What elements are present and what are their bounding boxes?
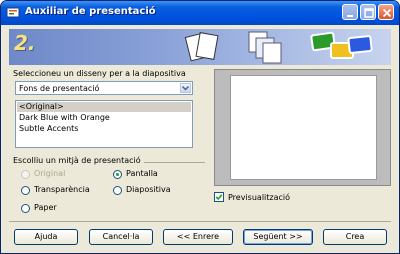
radio-transparencia[interactable] (21, 186, 30, 195)
minimize-button[interactable] (342, 4, 358, 20)
next-button[interactable]: Següent >> (243, 229, 313, 245)
create-button[interactable]: Crea (323, 229, 387, 245)
presentation-app-icon (6, 6, 20, 20)
help-button[interactable]: Ajuda (14, 229, 78, 245)
design-category-value: Fons de presentació (19, 84, 100, 93)
radio-original-label: Original (34, 169, 66, 178)
maximize-button[interactable] (360, 4, 376, 20)
design-category-select[interactable]: Fons de presentació (15, 81, 193, 95)
close-button[interactable] (378, 4, 394, 20)
design-list[interactable]: <Original> Dark Blue with Orange Subtle … (15, 100, 193, 148)
preview-checkbox-label[interactable]: Previsualització (228, 193, 290, 202)
step-number: 2. (14, 31, 36, 55)
radio-transparencia-label[interactable]: Transparència (34, 185, 90, 194)
medium-label: Escolliu un mitjà de presentació (13, 156, 141, 165)
footer-divider (9, 221, 391, 222)
design-label: Seleccioneu un disseny per a la diaposit… (13, 69, 186, 78)
window-title: Auxiliar de presentació (25, 6, 156, 17)
radio-paper-label[interactable]: Paper (34, 203, 57, 212)
wizard-banner (9, 29, 391, 65)
preview-slide (230, 75, 377, 180)
radio-selected-dot (116, 173, 119, 176)
cancel-button[interactable]: Cancel·la (89, 229, 153, 245)
color-slides-icon (309, 31, 375, 65)
medium-divider (144, 162, 205, 163)
radio-diapositiva-label[interactable]: Diapositiva (126, 185, 171, 194)
list-item-subtle-accents[interactable]: Subtle Accents (19, 124, 78, 133)
list-item-original[interactable]: <Original> (19, 102, 64, 111)
chevron-down-icon[interactable] (180, 83, 191, 93)
radio-pantalla[interactable] (113, 170, 122, 179)
wizard-window: Auxiliar de presentació 2. Seleccioneu u… (0, 0, 400, 254)
radio-paper[interactable] (21, 204, 30, 213)
radio-pantalla-label[interactable]: Pantalla (126, 169, 158, 178)
radio-original (21, 170, 30, 179)
preview-panel (214, 69, 391, 186)
layout-pages-icon (247, 30, 283, 66)
back-button[interactable]: << Enrere (163, 229, 233, 245)
blank-pages-icon (184, 31, 220, 65)
radio-diapositiva[interactable] (113, 186, 122, 195)
title-bar[interactable]: Auxiliar de presentació (1, 1, 399, 25)
list-item-dark-blue[interactable]: Dark Blue with Orange (19, 113, 110, 122)
preview-checkbox[interactable] (214, 192, 224, 202)
